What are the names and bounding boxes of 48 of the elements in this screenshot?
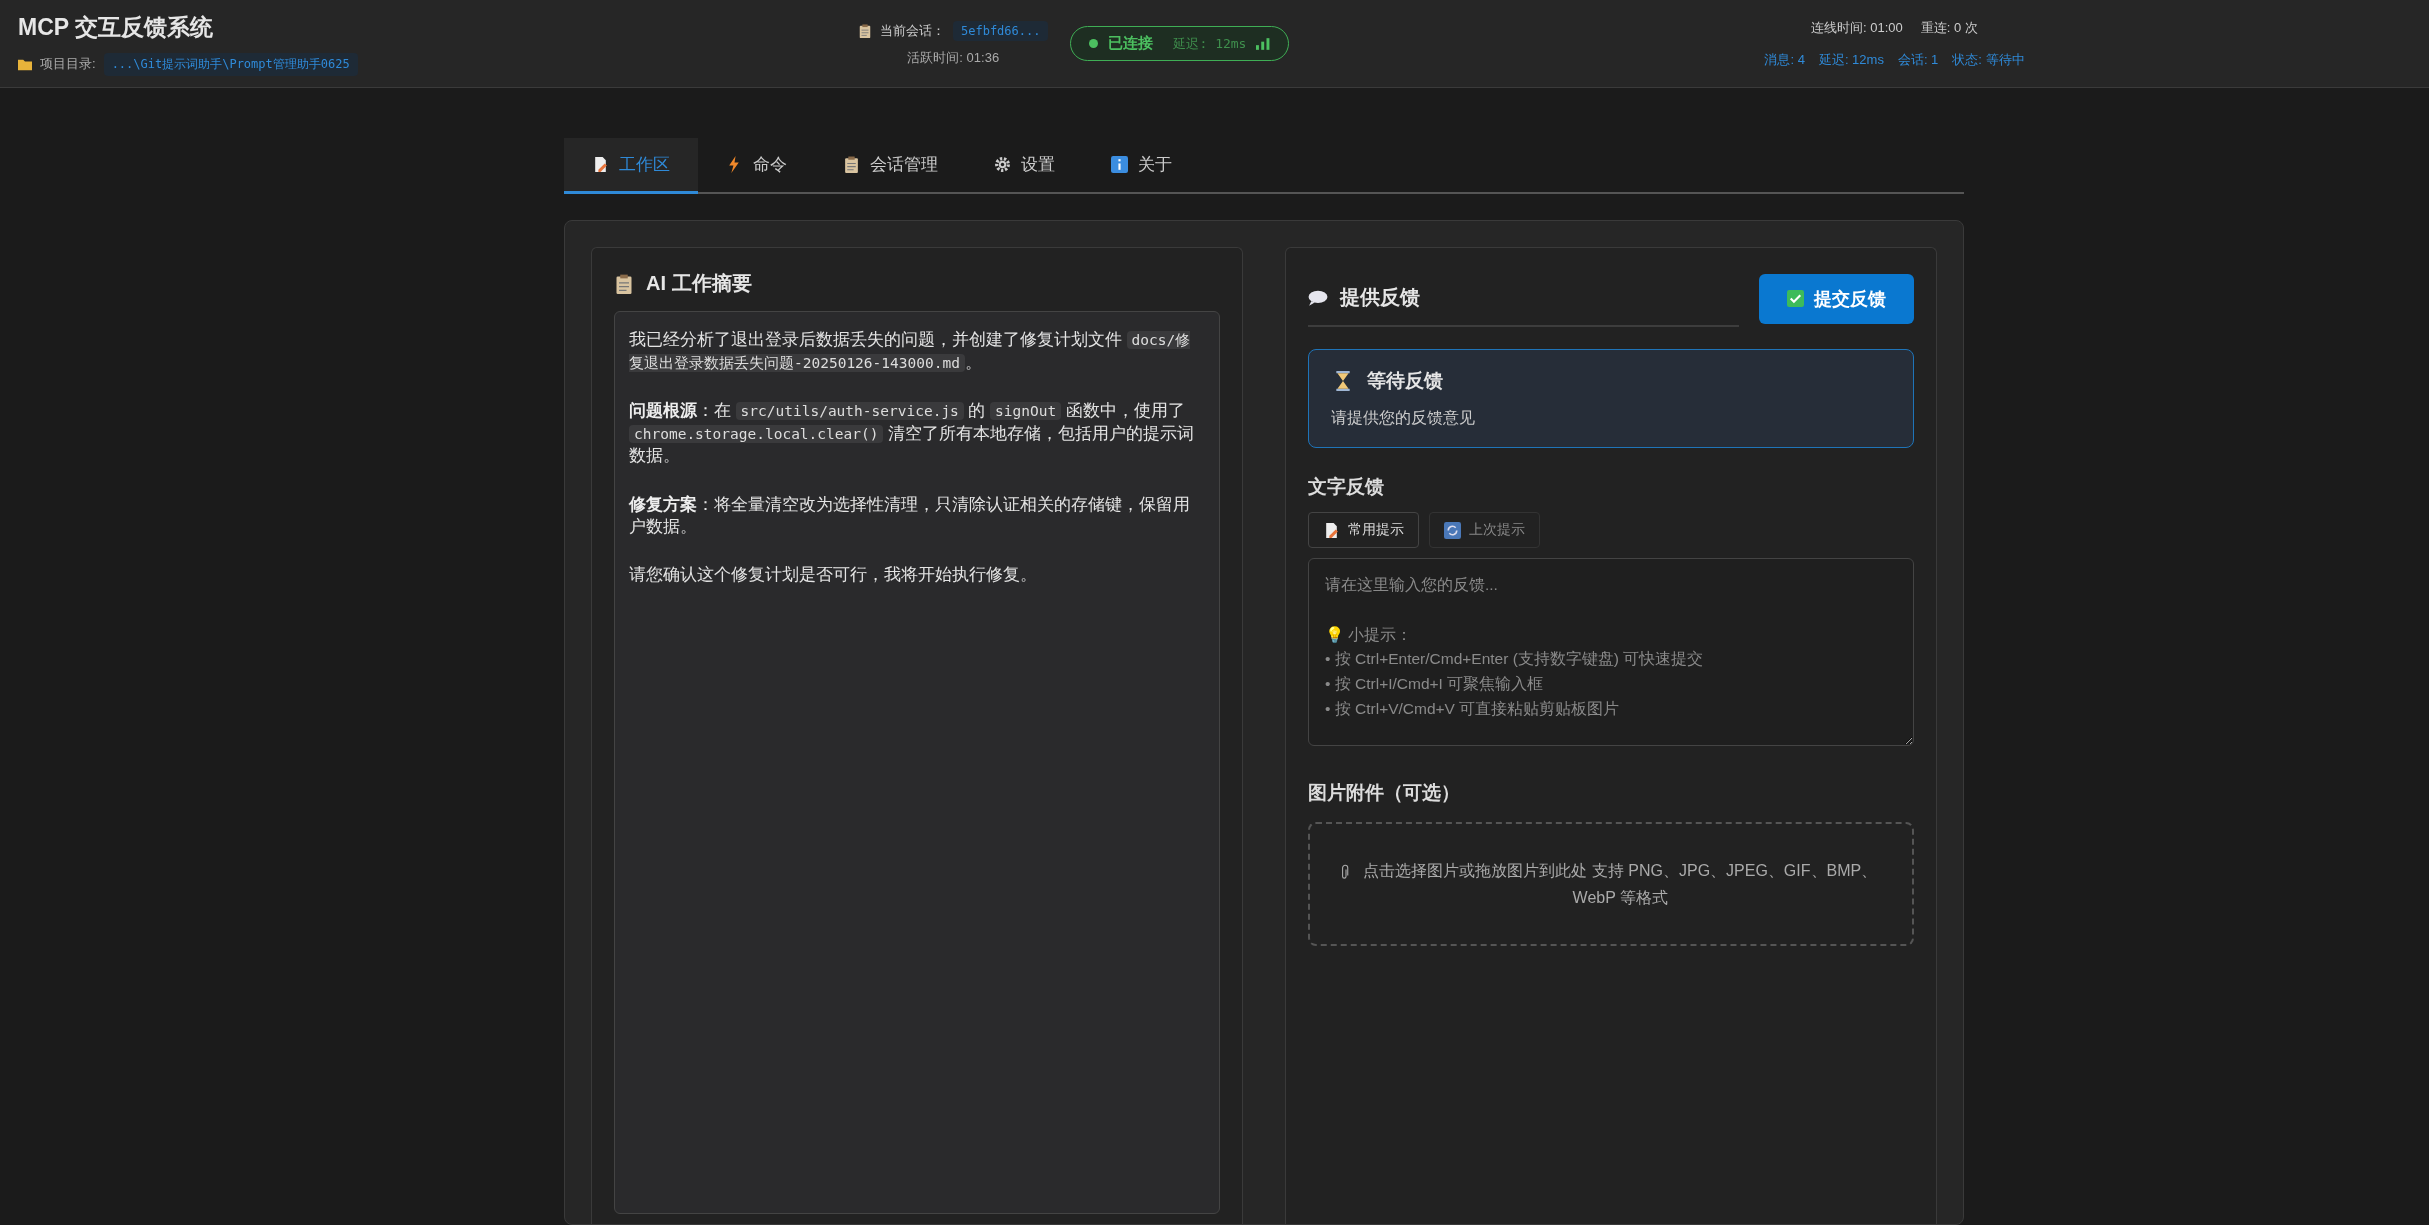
checkmark-icon <box>1787 290 1804 307</box>
info-icon <box>1111 156 1128 173</box>
project-path: ...\Git提示词助手\Prompt管理助手0625 <box>103 52 358 76</box>
summary-paragraph: 请您确认这个修复计划是否可行，我将开始执行修复。 <box>629 564 1038 586</box>
feedback-input[interactable]: 请在这里输入您的反馈... 💡 小提示： • 按 Ctrl+Enter/Cmd+Enter (支持数字键盘) 可快速提交 • 按 Ctrl+I/Cmd+I 可聚焦输入框 • 按 Ctrl+V/Cmd+V 可直接粘贴剪贴板图片 <box>1308 558 1914 746</box>
app-title: MCP 交互反馈系统 <box>18 12 215 42</box>
document-icon <box>1323 521 1340 539</box>
tab[interactable]: 关于 <box>1083 138 1200 194</box>
tab[interactable]: 工作区 <box>564 138 698 194</box>
panel-title: 提供反馈 <box>1340 285 1420 310</box>
summary-paragraph: 问题根源：在 src/utils/auth-service.js 的 signOut 函数中，使用了 chrome.storage.local.clear() 清空了所有本地存储，包括用户的提示词数据。 <box>629 400 1196 467</box>
clipboard-icon <box>614 273 634 294</box>
tab[interactable]: 命令 <box>698 138 815 194</box>
tab[interactable]: 设置 <box>966 138 1083 194</box>
settings-icon <box>994 156 1011 173</box>
summary-paragraph: 修复方案：将全量清空改为选择性清理，只清除认证相关的存储键，保留用户数据。 <box>629 493 1191 537</box>
stat-text: 状态: 等待中 <box>1952 50 2025 69</box>
reconnect-count: 重连: 0 次 <box>1920 18 1978 37</box>
document-icon <box>592 156 609 173</box>
stat-text: 会话: 1 <box>1897 50 1939 69</box>
clipboard-icon <box>858 23 872 38</box>
section-title: 文字反馈 <box>1308 475 1385 499</box>
uptime-text: 连线时间: 01:00 <box>1811 18 1903 37</box>
dropzone-text: 点击选择图片或拖放图片到此处 支持 PNG、JPG、JPEG、GIF、BMP、WebP 等格式 <box>1362 860 1879 908</box>
session-id: 5efbfd66... <box>953 20 1049 41</box>
status-message: 请提供您的反馈意见 <box>1331 408 1476 428</box>
status-dot <box>1089 39 1099 48</box>
submit-button[interactable]: 提交反馈 <box>1759 273 1914 324</box>
project-label: 项目目录: <box>40 55 96 73</box>
session-label: 当前会话： <box>880 21 945 40</box>
image-dropzone[interactable]: 点击选择图片或拖放图片到此处 支持 PNG、JPG、JPEG、GIF、BMP、WebP 等格式 <box>1308 822 1914 946</box>
section-title: 图片附件（可选） <box>1308 781 1461 805</box>
status-title: 等待反馈 <box>1367 369 1443 393</box>
prompt-button[interactable]: 常用提示 <box>1308 512 1419 548</box>
signal-icon <box>1256 37 1271 50</box>
latency-text: 延迟: 12ms <box>1173 34 1247 53</box>
stat-text: 延迟: 12ms <box>1818 50 1884 69</box>
refresh-icon <box>1444 521 1461 539</box>
folder-icon <box>18 57 32 71</box>
connection-label: 已连接 <box>1108 34 1154 53</box>
panel-title: AI 工作摘要 <box>646 271 752 296</box>
tab[interactable]: 会话管理 <box>815 138 966 194</box>
paperclip-icon <box>1340 864 1349 882</box>
summary-paragraph: 我已经分析了退出登录后数据丢失的问题，并创建了修复计划文件 docs/修复退出登录数据丢失问题-20250126-143000.md 。 <box>629 329 1192 374</box>
clipboard-icon <box>843 156 860 173</box>
stat-text: 消息: 4 <box>1764 50 1805 69</box>
hourglass-icon <box>1333 371 1353 391</box>
active-time: 活跃时间: 01:36 <box>907 48 1000 67</box>
